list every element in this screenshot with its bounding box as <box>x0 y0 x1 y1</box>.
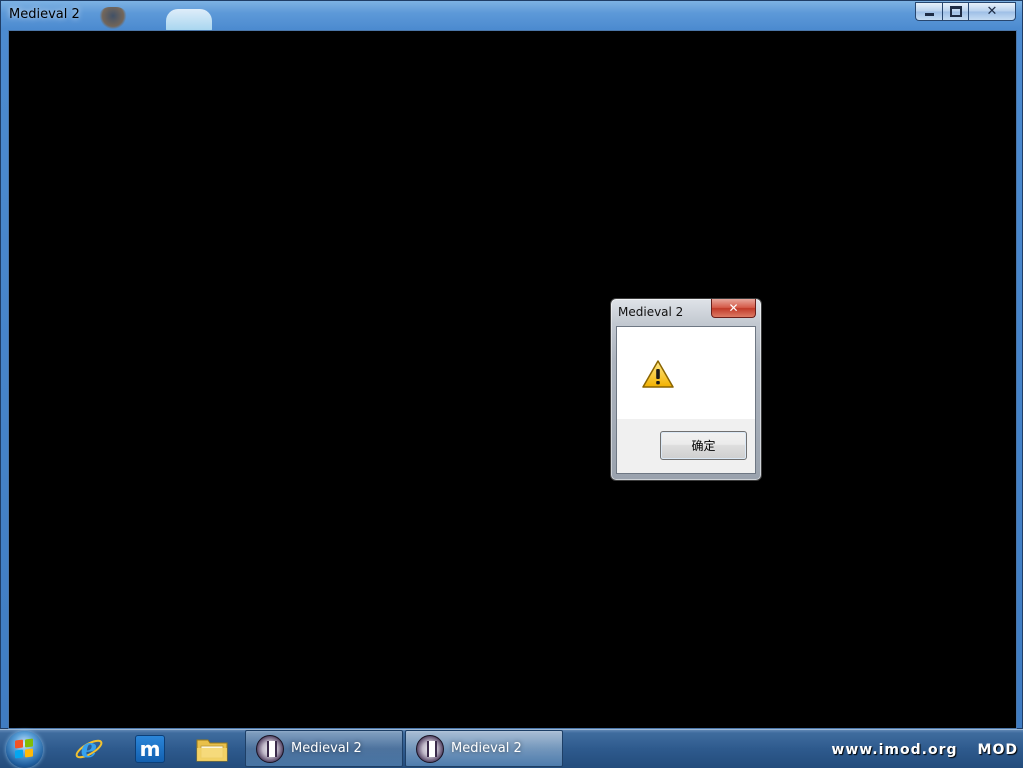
minimize-button[interactable] <box>915 2 942 21</box>
blurred-desktop-icon <box>99 7 127 29</box>
close-icon: ✕ <box>986 4 998 19</box>
game-viewport[interactable] <box>8 30 1017 729</box>
taskbar-item-medieval-2[interactable]: Medieval 2 <box>245 730 403 767</box>
maximize-icon <box>949 6 962 17</box>
warning-icon <box>642 360 674 388</box>
titlebar-background-icons <box>91 5 231 31</box>
dialog-body: 确定 <box>616 326 756 474</box>
dialog-title: Medieval 2 <box>618 305 684 319</box>
windows-logo-icon <box>15 738 34 759</box>
main-window: Medieval 2 ✕ <box>0 0 1023 729</box>
minimize-icon <box>924 13 934 16</box>
pinned-maxthon[interactable]: m <box>121 730 179 768</box>
ok-button[interactable]: 确定 <box>660 431 747 460</box>
watermark-site: www.imod.org <box>831 742 958 758</box>
watermark: www.imod.org MOD <box>831 742 1018 758</box>
taskbar-item-label: Medieval 2 <box>291 741 362 756</box>
dialog-message-area <box>617 327 755 419</box>
internet-explorer-icon: e <box>75 734 103 764</box>
svg-text:e: e <box>81 734 98 764</box>
dialog-close-button[interactable]: ✕ <box>711 299 756 318</box>
blurred-desktop-icon <box>166 9 212 31</box>
pinned-internet-explorer[interactable]: e <box>60 730 118 768</box>
window-title: Medieval 2 <box>9 7 80 22</box>
pinned-file-explorer[interactable] <box>183 730 241 768</box>
medieval-2-app-icon <box>416 734 444 763</box>
start-button[interactable] <box>6 731 43 768</box>
file-explorer-icon <box>196 739 228 762</box>
watermark-mod: MOD <box>977 742 1018 758</box>
maximize-button[interactable] <box>942 2 968 21</box>
window-controls: ✕ <box>915 2 1016 21</box>
taskbar: e m Medieval 2 Medieval 2 www.imod.org MO… <box>0 729 1023 768</box>
taskbar-item-medieval-2[interactable]: Medieval 2 <box>405 730 563 767</box>
close-button[interactable]: ✕ <box>968 2 1016 21</box>
taskbar-item-label: Medieval 2 <box>451 741 522 756</box>
maxthon-icon: m <box>135 735 165 763</box>
message-dialog: Medieval 2 ✕ 确定 <box>610 298 762 481</box>
close-icon: ✕ <box>728 301 739 315</box>
medieval-2-app-icon <box>256 734 284 763</box>
